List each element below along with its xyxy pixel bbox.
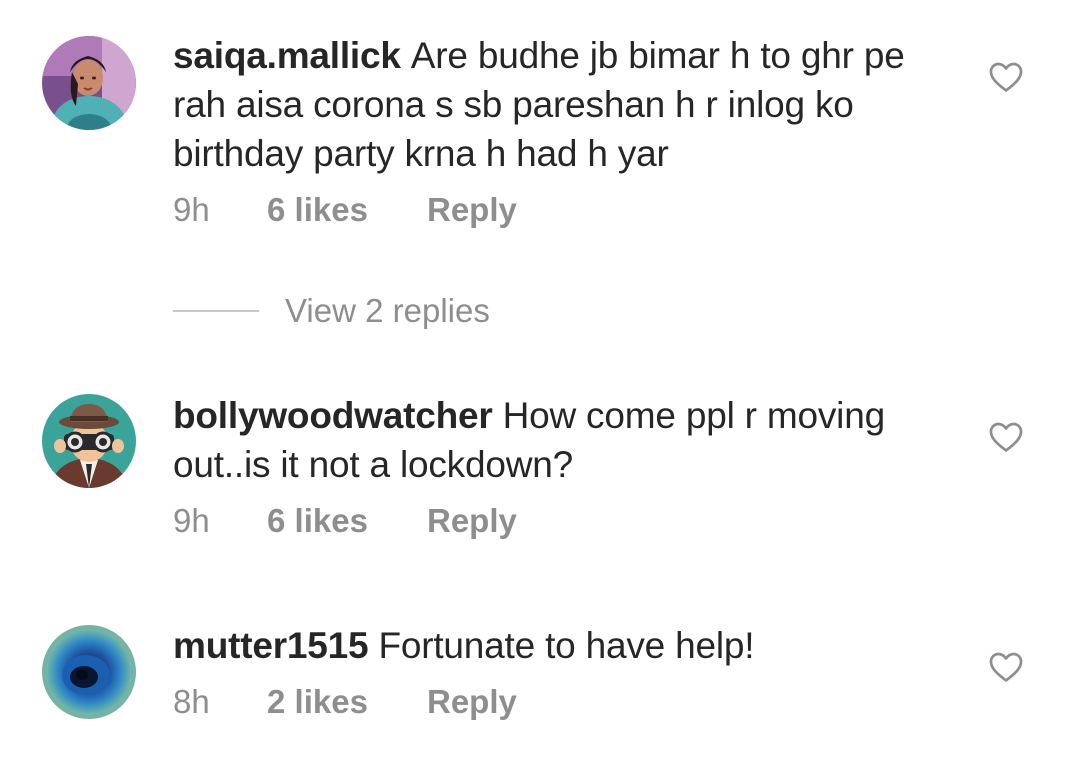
view-replies-button[interactable]: View 2 replies: [173, 292, 490, 330]
comment-text-block: saiqa.mallick Are budhe jb bimar h to ghr…: [173, 31, 963, 178]
avatar[interactable]: [42, 36, 136, 130]
comment-meta: 9h 6 likes Reply: [173, 502, 963, 540]
comment-text-block: mutter1515 Fortunate to have help!: [173, 621, 963, 670]
binoculars-detective-avatar: [42, 394, 136, 488]
comment-username[interactable]: mutter1515: [173, 625, 369, 666]
peacock-feather-avatar: [42, 625, 136, 719]
comment-body: bollywoodwatcher How come ppl r moving ou…: [173, 391, 963, 540]
comment-username[interactable]: saiqa.mallick: [173, 35, 401, 76]
heart-outline-icon[interactable]: [987, 418, 1025, 456]
avatar[interactable]: [42, 394, 136, 488]
heart-outline-icon[interactable]: [987, 58, 1025, 96]
replies-divider: [173, 310, 259, 312]
comment-meta: 9h 6 likes Reply: [173, 191, 963, 229]
comment-likes[interactable]: 2 likes: [267, 683, 427, 721]
comment-username[interactable]: bollywoodwatcher: [173, 395, 493, 436]
comment-time: 9h: [173, 191, 210, 228]
reply-button[interactable]: Reply: [427, 502, 517, 540]
comment-time: 8h: [173, 683, 210, 720]
comment-body: mutter1515 Fortunate to have help! 8h 2 l…: [173, 621, 963, 721]
avatar[interactable]: [42, 625, 136, 719]
comment-body: saiqa.mallick Are budhe jb bimar h to ghr…: [173, 31, 963, 229]
reply-button[interactable]: Reply: [427, 191, 517, 229]
view-replies-label: View 2 replies: [285, 292, 490, 329]
comment-likes[interactable]: 6 likes: [267, 191, 427, 229]
comment-time: 9h: [173, 502, 210, 539]
comment-likes[interactable]: 6 likes: [267, 502, 427, 540]
user-avatar-photo: [42, 36, 136, 130]
comment-meta: 8h 2 likes Reply: [173, 683, 963, 721]
reply-button[interactable]: Reply: [427, 683, 517, 721]
heart-outline-icon[interactable]: [987, 648, 1025, 686]
comment-text: Fortunate to have help!: [378, 625, 755, 666]
comment-text-block: bollywoodwatcher How come ppl r moving ou…: [173, 391, 963, 489]
